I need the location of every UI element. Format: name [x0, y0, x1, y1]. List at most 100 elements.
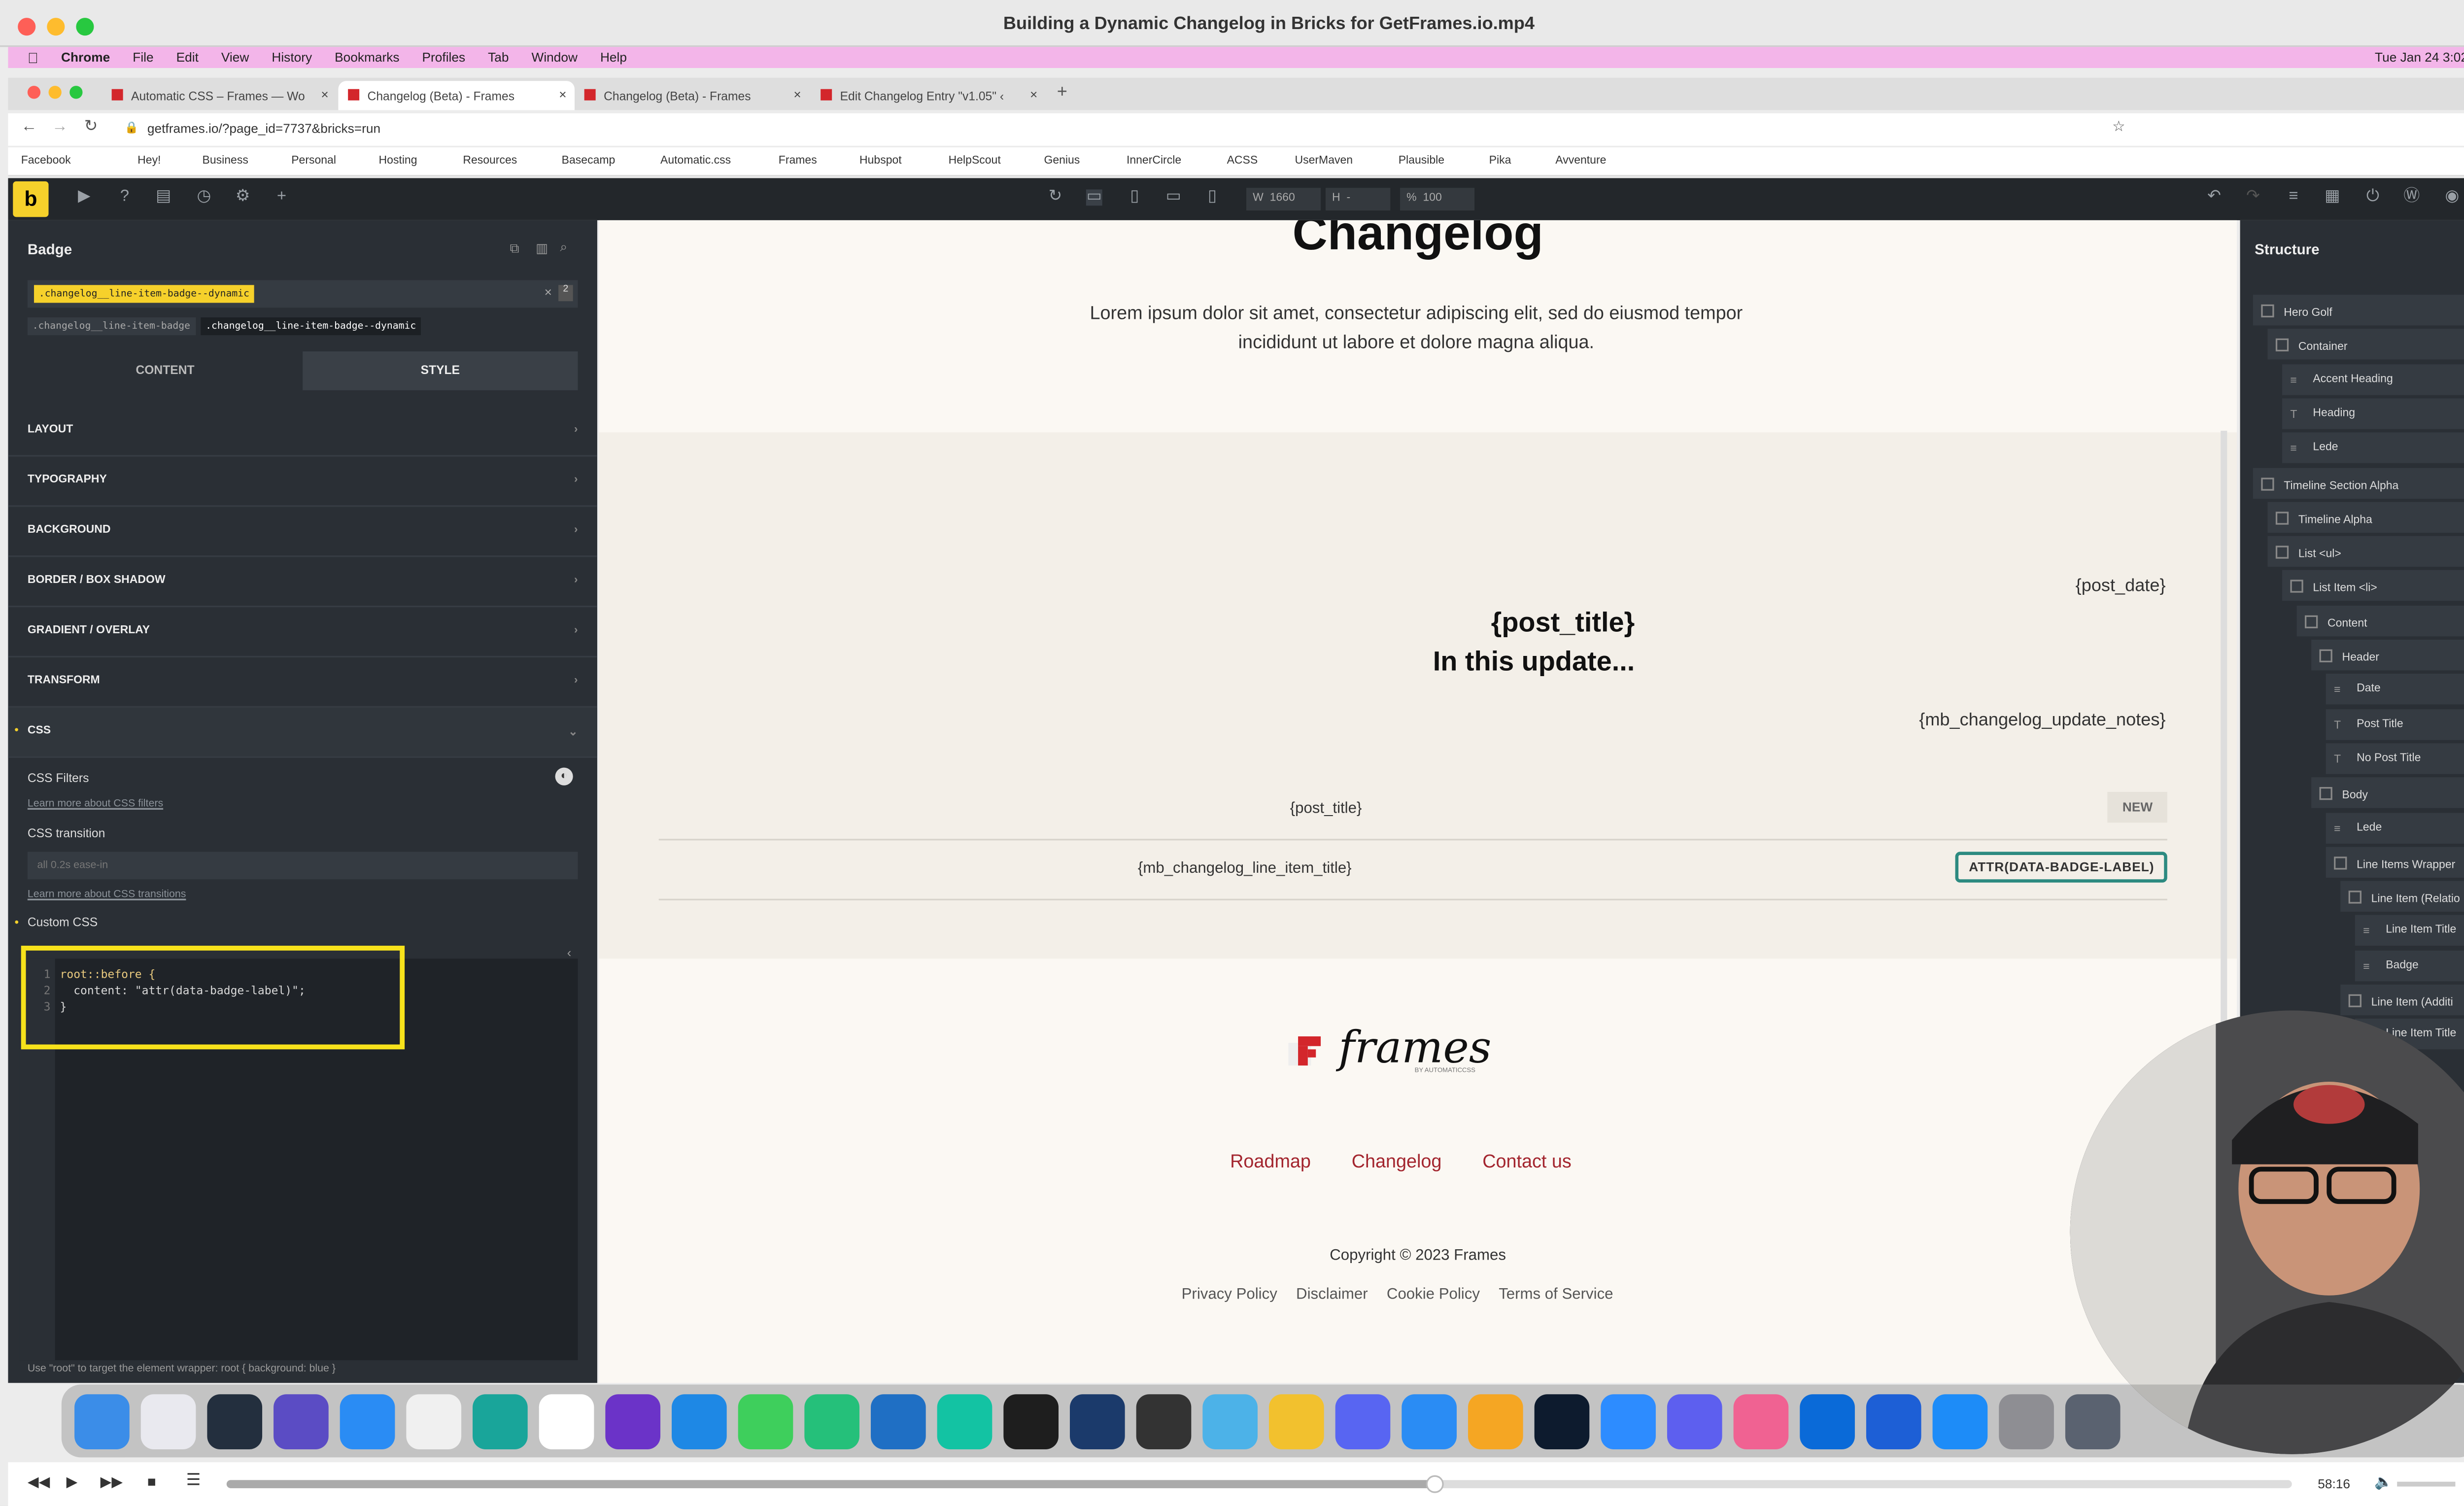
bookmark-item[interactable]: Hubspot — [859, 155, 902, 167]
structure-item[interactable]: ⌄Timeline Section Alpha — [2253, 467, 2464, 498]
app-icon[interactable] — [473, 1394, 528, 1449]
structure-item[interactable]: ≡ Accent Heading — [2282, 364, 2464, 395]
class-count-badge[interactable]: 2 — [558, 285, 573, 302]
structure-item[interactable]: ⌄Header — [2311, 639, 2464, 671]
section-layout[interactable]: LAYOUT › — [8, 407, 597, 457]
templates-icon[interactable]: ▦ — [2324, 189, 2340, 205]
app-icon[interactable] — [2065, 1394, 2121, 1449]
structure-item[interactable]: T Post Title — [2326, 708, 2464, 740]
structure-item[interactable]: ≡ Lede — [2326, 812, 2464, 843]
footer-link-roadmap[interactable]: Roadmap — [1230, 1153, 1311, 1172]
bookmark-item[interactable]: Resources — [463, 155, 517, 167]
menu-bookmarks[interactable]: Bookmarks — [335, 50, 399, 65]
system-preferences-icon[interactable] — [1999, 1394, 2054, 1449]
menu-tab[interactable]: Tab — [488, 50, 509, 65]
bookmark-star-icon[interactable]: ☆ — [2112, 118, 2125, 136]
app-icon[interactable] — [1069, 1394, 1125, 1449]
post-title[interactable]: {post_title} In this update... — [1376, 604, 1635, 682]
class-option[interactable]: .changelog__line-item-badge — [27, 317, 195, 336]
launchpad-icon[interactable] — [140, 1394, 196, 1449]
tab-content[interactable]: CONTENT — [28, 351, 303, 390]
tab-style[interactable]: STYLE — [303, 351, 578, 390]
close-tab-icon[interactable]: × — [559, 87, 566, 102]
keynote-icon[interactable] — [1402, 1394, 1457, 1449]
url-field[interactable]: getframes.io/?page_id=7737&bricks=run — [147, 121, 380, 136]
app-icon[interactable] — [274, 1394, 329, 1449]
fast-forward-icon[interactable]: ▶▶ — [101, 1473, 123, 1491]
bookmark-item[interactable]: ACSS — [1227, 155, 1258, 167]
terms-link[interactable]: Terms of Service — [1499, 1286, 1613, 1303]
class-option-active[interactable]: .changelog__line-item-badge--dynamic — [201, 317, 421, 336]
zoom-window-button-2[interactable] — [69, 86, 83, 99]
collapse-editor-icon[interactable]: ‹ — [567, 946, 572, 960]
discord-icon[interactable] — [1335, 1394, 1391, 1449]
bookmark-item[interactable]: Personal — [291, 155, 336, 167]
back-arrow-icon[interactable]: ← — [21, 118, 37, 136]
tab-changelog-active[interactable]: Changelog (Beta) - Frames × — [338, 81, 575, 110]
active-class-chip[interactable]: .changelog__line-item-badge--dynamic — [34, 285, 254, 303]
pages-icon[interactable]: ▤ — [155, 189, 171, 205]
help-icon[interactable]: ? — [116, 189, 133, 205]
menu-app-name[interactable]: Chrome — [61, 50, 110, 65]
cookie-link[interactable]: Cookie Policy — [1387, 1286, 1480, 1303]
page-lede[interactable]: Lorem ipsum dolor sit amet, consectetur … — [1052, 300, 1780, 358]
section-background[interactable]: BACKGROUND › — [8, 507, 597, 557]
menubar-clock[interactable]: Tue Jan 24 3:02 PM — [2375, 50, 2464, 65]
remove-class-icon[interactable]: × — [545, 285, 552, 300]
privacy-link[interactable]: Privacy Policy — [1182, 1286, 1277, 1303]
history-icon[interactable]: ◷ — [196, 189, 212, 205]
refresh-icon[interactable]: ↻ — [1047, 189, 1063, 205]
final-cut-icon[interactable] — [1136, 1394, 1192, 1449]
calendar-icon[interactable] — [539, 1394, 594, 1449]
close-window-button-2[interactable] — [27, 86, 41, 99]
menu-window[interactable]: Window — [532, 50, 578, 65]
menu-history[interactable]: History — [272, 50, 312, 65]
seek-knob[interactable] — [1427, 1475, 1445, 1493]
bookmark-item[interactable]: Hosting — [379, 155, 417, 167]
structure-item[interactable]: ≡ Lede — [2282, 432, 2464, 464]
structure-item[interactable]: Timeline Alpha — [2267, 501, 2464, 533]
power-icon[interactable]: ⏻ — [2365, 189, 2381, 205]
desktop-breakpoint-icon[interactable]: ▭ — [1086, 189, 1102, 206]
bookmark-item[interactable]: Plausible — [1399, 155, 1444, 167]
playlist-icon[interactable]: ☰ — [186, 1472, 201, 1490]
wordpress-icon[interactable]: Ⓦ — [2403, 189, 2420, 205]
app-icon[interactable] — [1866, 1394, 1921, 1449]
frames-logo[interactable]: frames BY AUTOMATICCSS — [1288, 1024, 1540, 1085]
section-typography[interactable]: TYPOGRAPHY › — [8, 457, 597, 507]
structure-item[interactable]: ≡ Date — [2326, 674, 2464, 705]
paste-styles-icon[interactable]: ▥ — [536, 241, 548, 256]
structure-item[interactable]: ≡ Line Item Title — [2355, 915, 2464, 947]
tab-edit-entry[interactable]: Edit Changelog Entry "v1.05" ‹ × — [811, 81, 1045, 110]
app-store-icon[interactable] — [1932, 1394, 1988, 1449]
1password-icon[interactable] — [1800, 1394, 1855, 1449]
tab-automatic-css[interactable]: Automatic CSS – Frames — Wo × — [102, 81, 337, 110]
structure-item[interactable]: ⌄Line Items Wrapper — [2326, 846, 2464, 878]
bookmark-item[interactable]: Business — [203, 155, 248, 167]
bricks-logo[interactable]: b — [13, 181, 49, 217]
disclaimer-link[interactable]: Disclaimer — [1296, 1286, 1368, 1303]
structure-item[interactable]: T Heading — [2282, 398, 2464, 429]
class-selector-input[interactable]: .changelog__line-item-badge--dynamic × 2 — [27, 280, 578, 308]
forward-arrow-icon[interactable]: → — [52, 118, 68, 136]
telegram-icon[interactable] — [340, 1394, 395, 1449]
volume-icon[interactable]: 🔈 — [2374, 1473, 2393, 1491]
line-item-badge-selected[interactable]: ATTR(DATA-BADGE-LABEL) — [1955, 852, 2167, 883]
timeline-section[interactable]: {post_date} {post_title} In this update..… — [599, 432, 2237, 959]
structure-item[interactable]: ⌄Body — [2311, 777, 2464, 809]
pages-icon[interactable] — [1468, 1394, 1523, 1449]
landscape-breakpoint-icon[interactable]: ▭ — [1165, 189, 1182, 205]
copy-styles-icon[interactable]: ⧉ — [510, 241, 519, 258]
menu-file[interactable]: File — [133, 50, 153, 65]
footer-link-contact[interactable]: Contact us — [1482, 1153, 1572, 1172]
menu-profiles[interactable]: Profiles — [422, 50, 466, 65]
structure-item[interactable]: ⌄Line Item (Additi — [2340, 984, 2464, 1016]
settings-gear-icon[interactable]: ⚙ — [235, 189, 251, 205]
grammarly-icon[interactable] — [937, 1394, 992, 1449]
close-tab-icon[interactable]: × — [321, 87, 328, 102]
line-item[interactable]: {mb_changelog_line_item_title} ATTR(DATA… — [658, 842, 2167, 901]
bookmark-item[interactable]: Automatic.css — [660, 155, 731, 167]
bookmark-item[interactable]: Facebook — [21, 155, 71, 167]
filter-contrast-icon[interactable]: ◐ — [555, 767, 573, 786]
close-tab-icon[interactable]: × — [1030, 87, 1037, 102]
